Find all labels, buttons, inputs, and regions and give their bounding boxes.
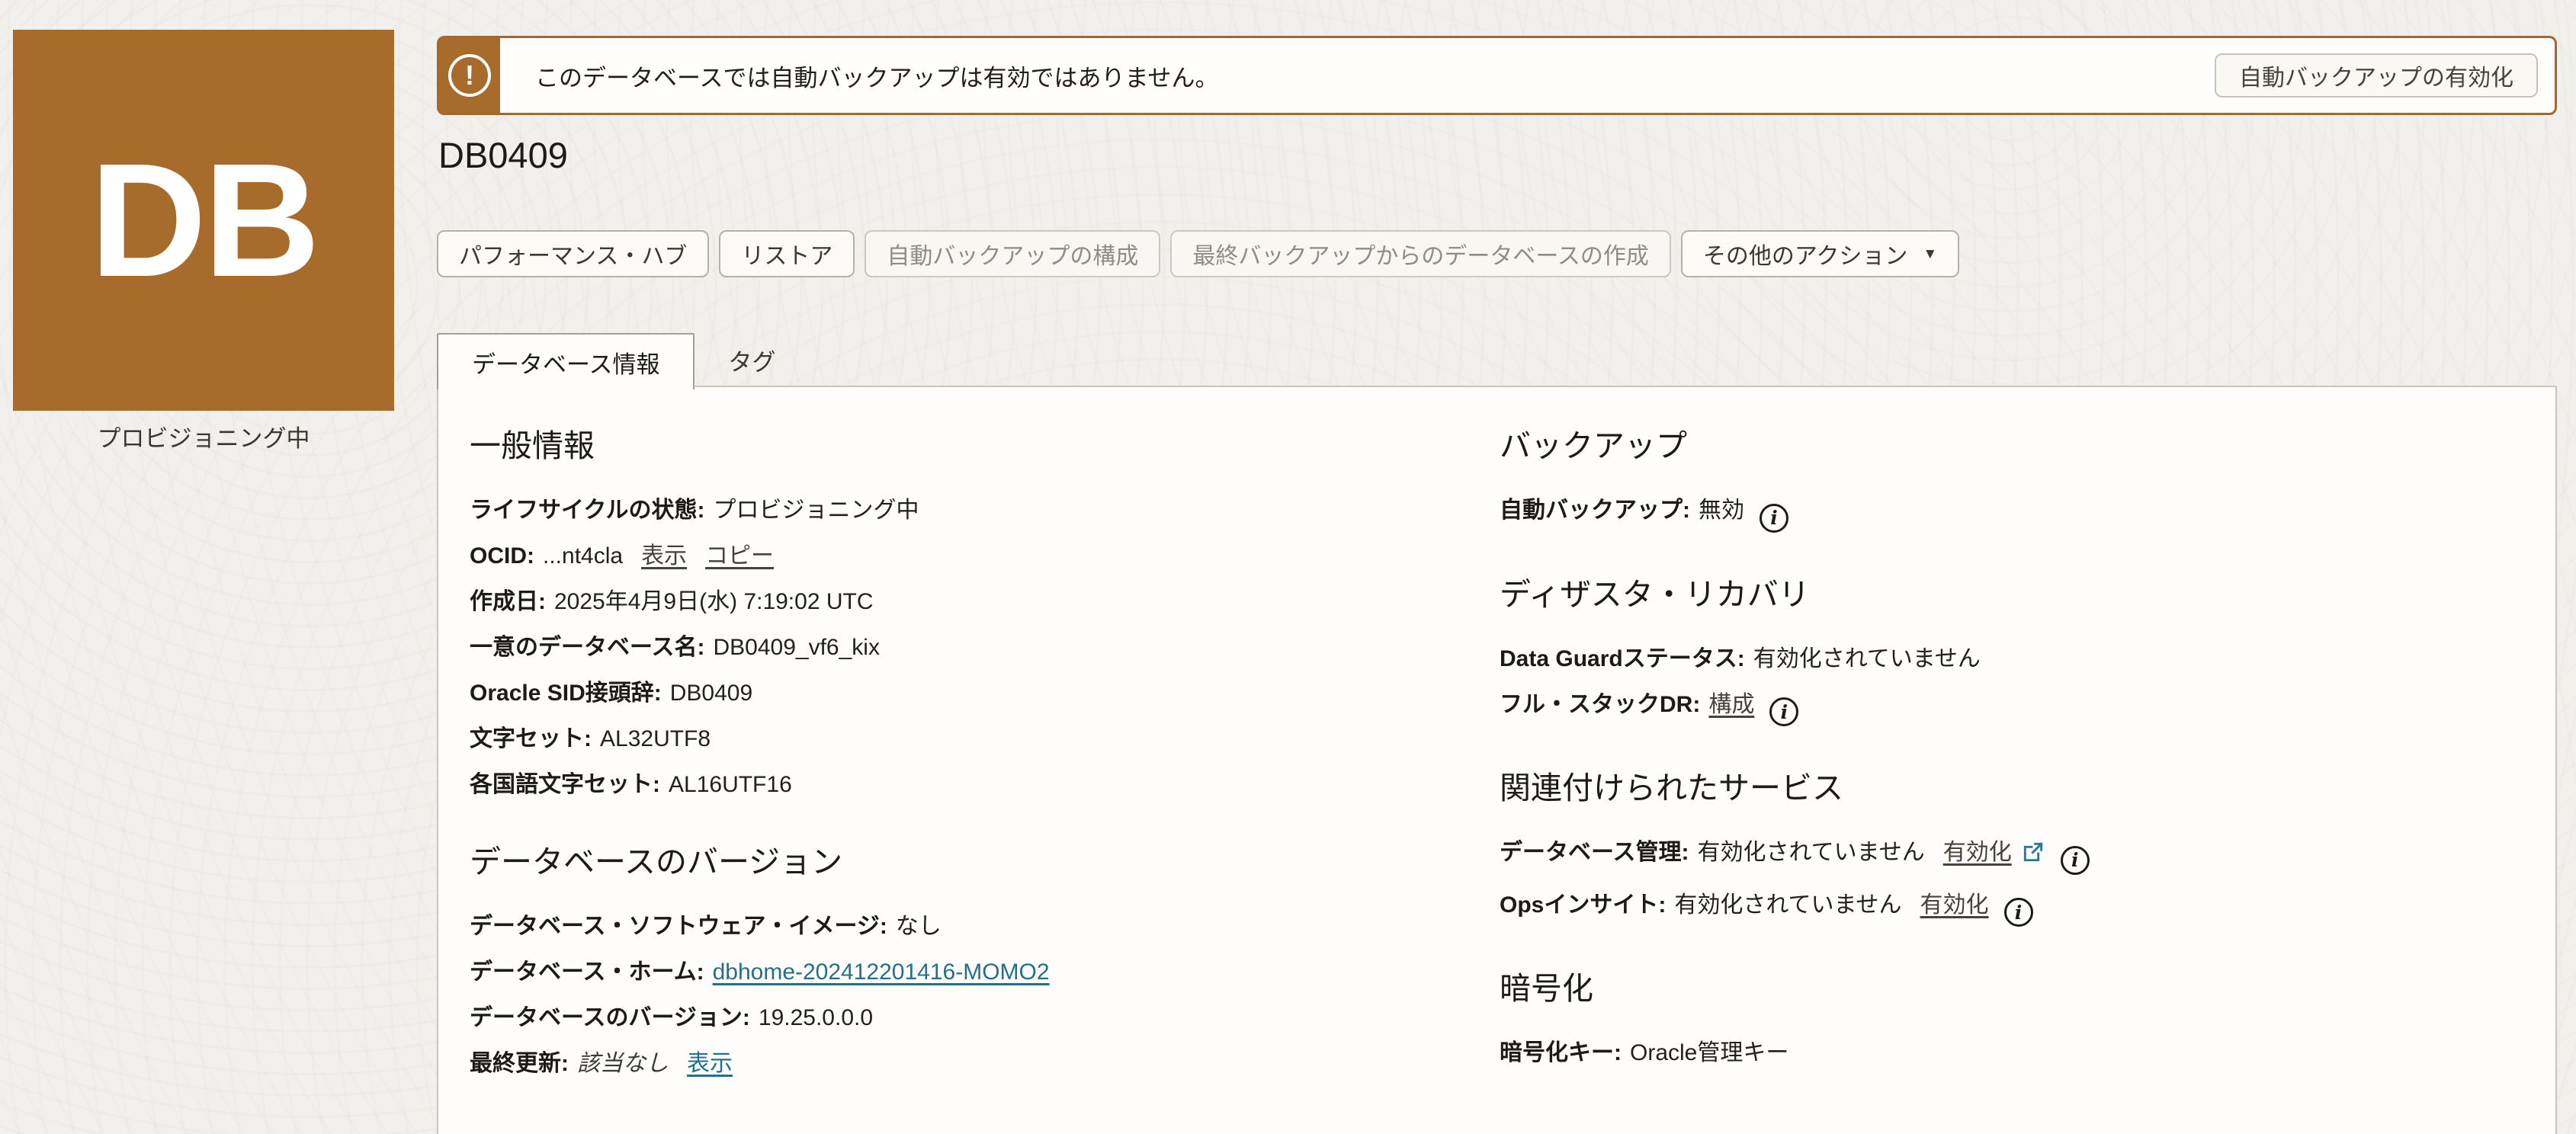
field-auto-backup: 自動バックアップ: 無効 i (1500, 495, 2513, 533)
configure-auto-backup-button-label: 自動バックアップの構成 (887, 237, 1138, 271)
field-database-management: データベース管理: 有効化されていません有効化 i (1500, 838, 2513, 875)
field-character-set-value: AL32UTF8 (600, 726, 711, 751)
field-lifecycle-state-value: プロビジョニング中 (714, 498, 919, 523)
tab-tags[interactable]: タグ (695, 333, 809, 386)
field-oracle-sid-prefix-value: DB0409 (670, 681, 752, 706)
field-unique-database-name: 一意のデータベース名: DB0409_vf6_kix (470, 633, 1484, 663)
warning-banner: ! このデータベースでは自動バックアップは有効ではありません。 自動バックアップ… (437, 36, 2557, 115)
field-ocid-label: OCID: (470, 543, 534, 569)
enable-auto-backup-button[interactable]: 自動バックアップの有効化 (2215, 53, 2538, 98)
chevron-down-icon: ▼ (1923, 246, 1937, 263)
field-national-character-set: 各国語文字セット: AL16UTF16 (470, 770, 1484, 800)
field-database-version-label: データベースのバージョン: (470, 1005, 750, 1030)
lifecycle-status-label: プロビジョニング中 (13, 419, 394, 453)
ops-insights-info-icon-glyph: i (2015, 903, 2023, 922)
field-national-character-set-value: AL16UTF16 (669, 772, 792, 797)
field-encryption-key-label: 暗号化キー: (1500, 1040, 1622, 1065)
performance-hub-button-label: パフォーマンス・ハブ (459, 237, 687, 271)
field-full-stack-dr: フル・スタックDR: 構成 i (1500, 690, 2513, 727)
external-link-icon[interactable] (2021, 838, 2045, 868)
field-created-date-label: 作成日: (470, 589, 546, 614)
field-national-character-set-label: 各国語文字セット: (470, 772, 660, 797)
section-database-version-heading: データベースのバージョン (470, 843, 1484, 881)
show-last-update-link[interactable]: 表示 (687, 1051, 733, 1076)
section-associated-services-heading: 関連付けられたサービス (1500, 769, 2513, 807)
field-lifecycle-state: ライフサイクルの状態: プロビジョニング中 (470, 495, 1484, 526)
field-data-guard-status-label: Data Guardステータス: (1500, 646, 1745, 671)
field-ocid: OCID: ...nt4cla 表示コピー (470, 541, 1484, 572)
copy-ocid-link[interactable]: コピー (705, 543, 774, 569)
performance-hub-button[interactable]: パフォーマンス・ハブ (437, 230, 709, 277)
page: DB プロビジョニング中 ! このデータベースでは自動バックアップは有効ではあり… (0, 0, 2576, 1134)
field-character-set-label: 文字セット: (470, 726, 592, 751)
field-lifecycle-state-label: ライフサイクルの状態: (470, 498, 705, 523)
field-database-software-image-value: なし (896, 914, 942, 939)
details-right-column: バックアップ自動バックアップ: 無効 i ディザスタ・リカバリ Data Guardステ… (1500, 427, 2513, 1084)
field-data-guard-status-value: 有効化されていません (1753, 646, 1981, 671)
database-home-link[interactable]: dbhome-202412201416-MOMO2 (713, 959, 1050, 985)
field-database-home: データベース・ホーム: dbhome-202412201416-MOMO2 (470, 957, 1484, 988)
tab-bar: データベース情報タグ (437, 333, 809, 389)
action-buttons: パフォーマンス・ハブ リストア 自動バックアップの構成 最終バックアップからのデータベ… (437, 230, 1959, 277)
restore-button-label: リストア (741, 237, 832, 271)
field-encryption-key: 暗号化キー: Oracle管理キー (1500, 1038, 2513, 1068)
create-database-from-last-backup-button: 最終バックアップからのデータベースの作成 (1170, 230, 1671, 277)
details-left-column: 一般情報ライフサイクルの状態: プロビジョニング中 OCID: ...nt4cla 表示… (470, 427, 1484, 1094)
field-data-guard-status: Data Guardステータス: 有効化されていません (1500, 644, 2513, 674)
field-unique-database-name-label: 一意のデータベース名: (470, 635, 705, 660)
section-encryption-heading: 暗号化 (1500, 969, 2513, 1007)
enable-database-management-link[interactable]: 有効化 (1943, 840, 2012, 865)
create-database-from-last-backup-button-label: 最終バックアップからのデータベースの作成 (1192, 237, 1649, 271)
field-database-management-label: データベース管理: (1500, 840, 1689, 865)
details-panel: 一般情報ライフサイクルの状態: プロビジョニング中 OCID: ...nt4cla 表示… (437, 386, 2557, 1134)
full-stack-dr-info-icon-glyph: i (1781, 703, 1788, 722)
field-auto-backup-value: 無効 (1699, 498, 1744, 523)
database-management-info-icon[interactable]: i (2061, 846, 2090, 875)
database-tile-label: DB (90, 127, 317, 313)
field-database-management-value: 有効化されていません (1698, 840, 1925, 865)
warning-icon: ! (448, 54, 491, 97)
database-tile: DB (13, 30, 394, 411)
field-ops-insights-label: Opsインサイト: (1500, 892, 1666, 918)
field-oracle-sid-prefix: Oracle SID接頭辞: DB0409 (470, 678, 1484, 709)
field-created-date-value: 2025年4月9日(水) 7:19:02 UTC (554, 589, 874, 614)
tab-database-information[interactable]: データベース情報 (437, 333, 695, 389)
page-title: DB0409 (438, 134, 568, 176)
ops-insights-info-icon[interactable]: i (2004, 898, 2033, 927)
field-last-updated: 最終更新: 該当なし表示 (470, 1049, 1484, 1079)
field-unique-database-name-value: DB0409_vf6_kix (714, 635, 880, 660)
database-management-info-icon-glyph: i (2071, 850, 2079, 870)
more-actions-button-label: その他のアクション (1703, 237, 1908, 271)
field-ocid-value: ...nt4cla (543, 543, 623, 569)
auto-backup-info-icon-glyph: i (1770, 508, 1778, 527)
field-auto-backup-label: 自動バックアップ: (1500, 498, 1690, 523)
auto-backup-info-icon[interactable]: i (1760, 504, 1788, 533)
field-database-version-value: 19.25.0.0.0 (759, 1005, 873, 1030)
more-actions-button[interactable]: その他のアクション ▼ (1681, 230, 1959, 277)
configure-full-stack-dr-link[interactable]: 構成 (1708, 692, 1754, 717)
section-disaster-recovery-heading: ディザスタ・リカバリ (1500, 575, 2513, 613)
field-oracle-sid-prefix-label: Oracle SID接頭辞: (470, 681, 662, 706)
field-created-date: 作成日: 2025年4月9日(水) 7:19:02 UTC (470, 587, 1484, 617)
field-database-software-image-label: データベース・ソフトウェア・イメージ: (470, 914, 887, 939)
field-database-version: データベースのバージョン: 19.25.0.0.0 (470, 1003, 1484, 1033)
show-ocid-link[interactable]: 表示 (641, 543, 687, 569)
section-general-information-heading: 一般情報 (470, 427, 1484, 465)
field-encryption-key-value: Oracle管理キー (1630, 1040, 1788, 1065)
restore-button[interactable]: リストア (719, 230, 855, 277)
field-full-stack-dr-label: フル・スタックDR: (1500, 692, 1700, 717)
field-ops-insights: Opsインサイト: 有効化されていません有効化 i (1500, 890, 2513, 927)
enable-ops-insights-link[interactable]: 有効化 (1920, 892, 1989, 918)
warning-banner-message: このデータベースでは自動バックアップは有効ではありません。 (535, 38, 1219, 113)
full-stack-dr-info-icon[interactable]: i (1769, 697, 1798, 726)
configure-auto-backup-button: 自動バックアップの構成 (865, 230, 1160, 277)
field-last-updated-label: 最終更新: (470, 1051, 569, 1076)
section-backup-heading: バックアップ (1500, 427, 2513, 465)
field-ops-insights-value: 有効化されていません (1674, 892, 1901, 918)
field-character-set: 文字セット: AL32UTF8 (470, 724, 1484, 754)
warning-banner-strip: ! (439, 38, 500, 113)
field-last-updated-value: 該当なし (577, 1051, 669, 1076)
field-database-software-image: データベース・ソフトウェア・イメージ: なし (470, 911, 1484, 942)
field-database-home-label: データベース・ホーム: (470, 959, 704, 985)
